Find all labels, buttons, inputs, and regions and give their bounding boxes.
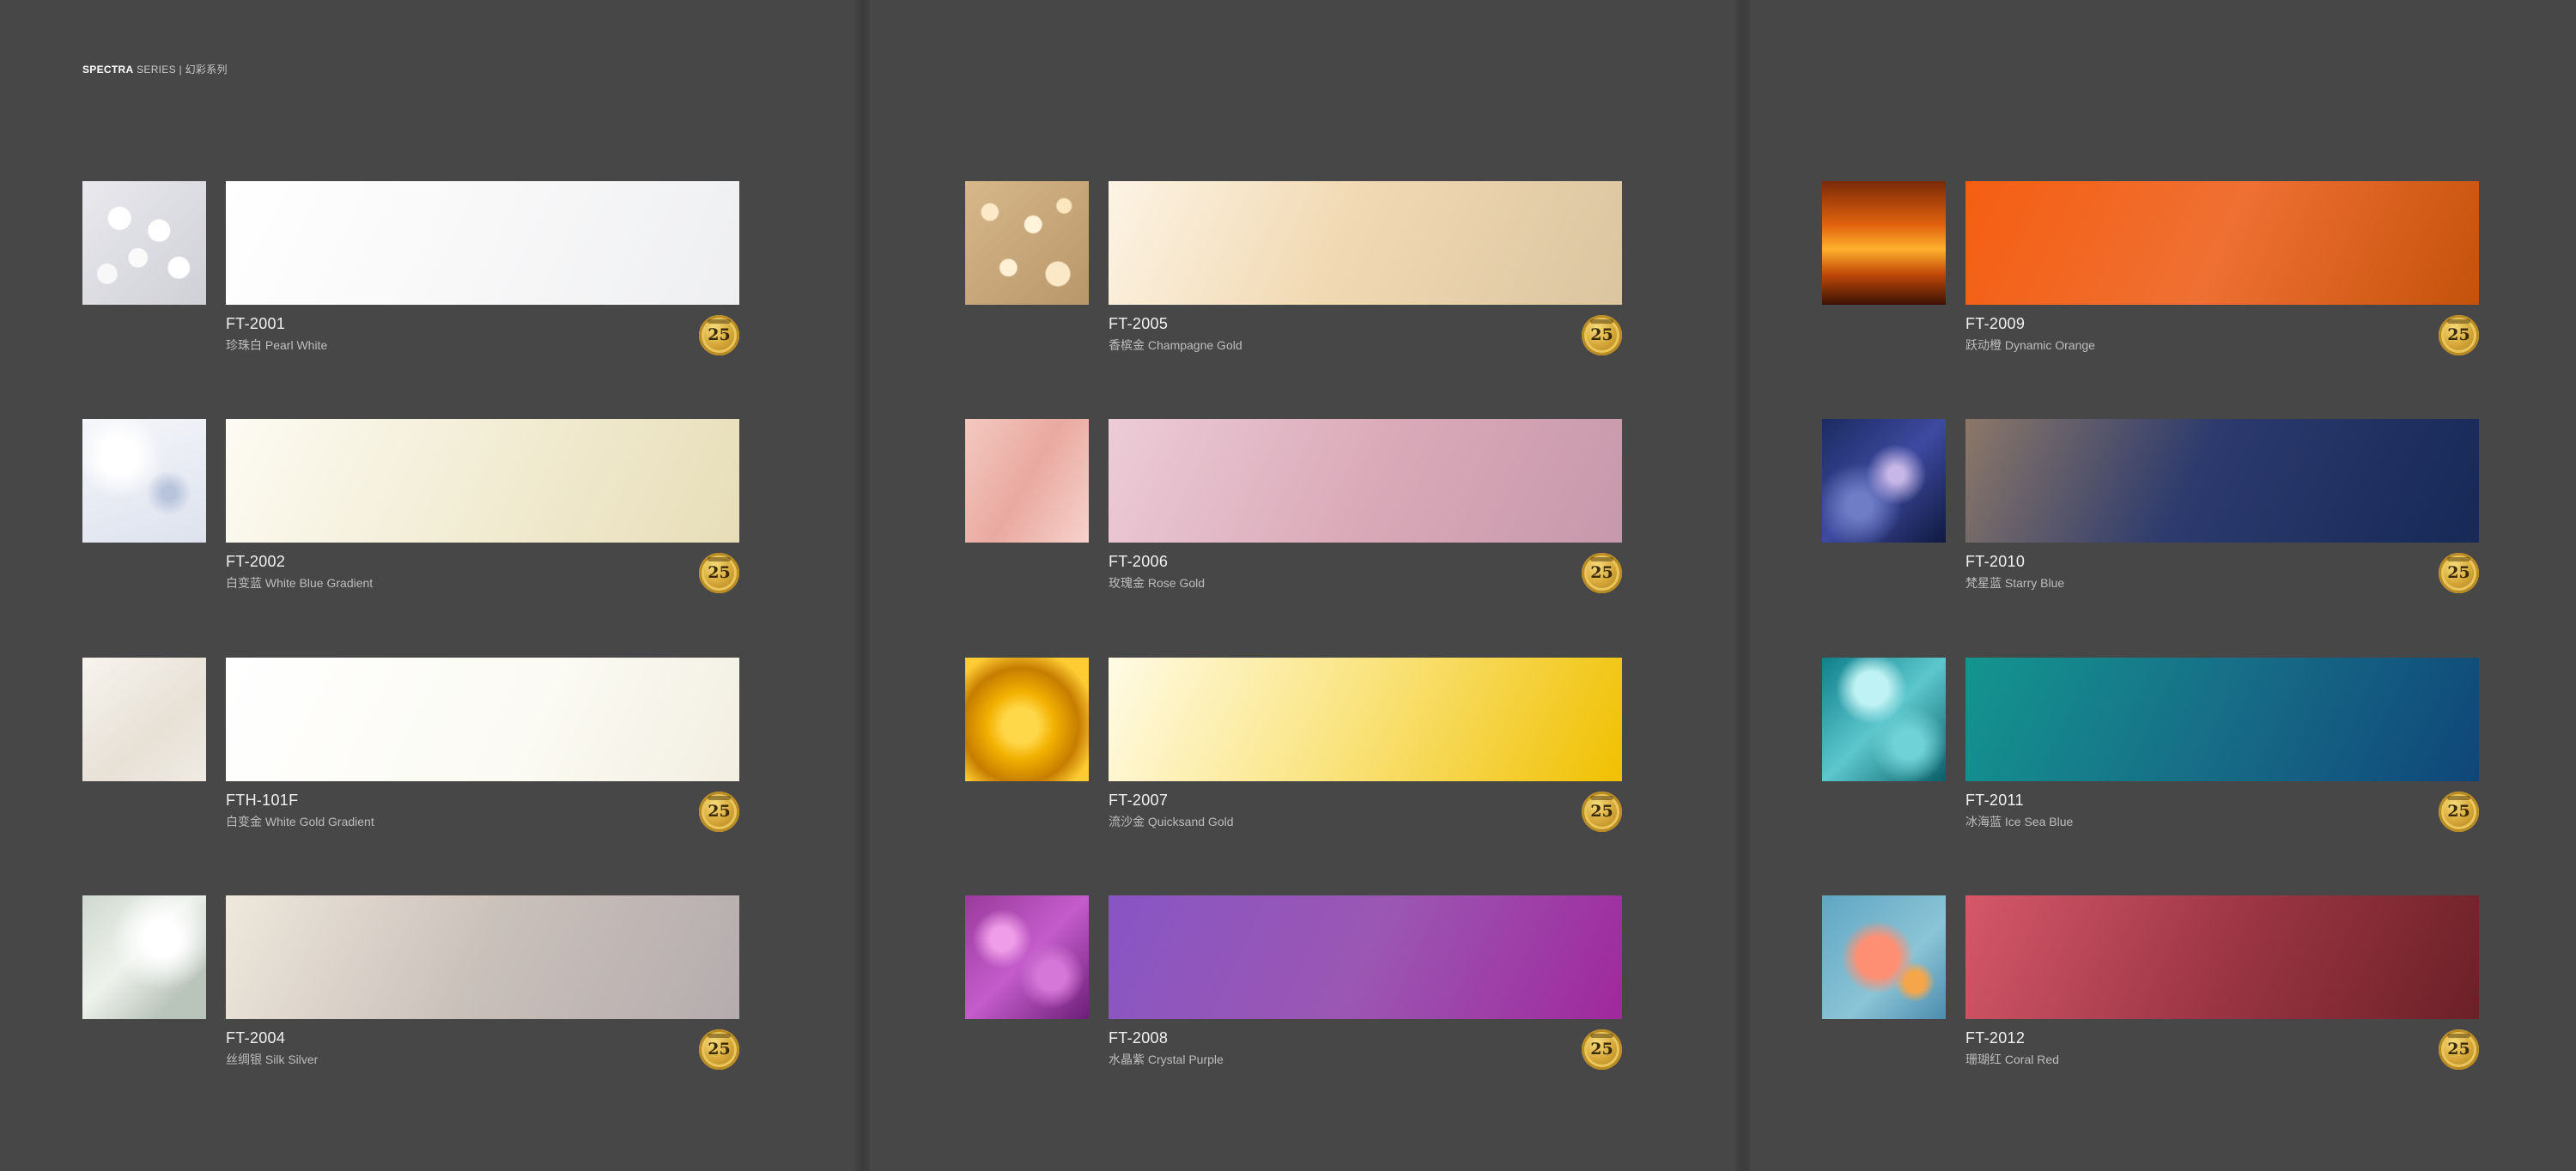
swatch-card-ft-2001: FT-2001 珍珠白 Pearl White 25	[82, 181, 739, 361]
color-code: FT-2007	[1109, 792, 1169, 809]
color-code: FT-2006	[1109, 553, 1169, 570]
anniversary-25-badge-icon: 25	[2439, 315, 2479, 355]
color-name: 白变蓝 White Blue Gradient	[226, 576, 374, 590]
series-subtitle: SERIES | 幻彩系列	[137, 64, 228, 76]
color-gradient-bar	[1109, 181, 1622, 305]
swatch-card-ft-2006: FT-2006 玫瑰金 Rose Gold 25	[965, 419, 1622, 599]
color-name: 珍珠白 Pearl White	[226, 338, 328, 352]
amethyst-texture-image	[965, 895, 1089, 1019]
color-gradient-bar	[1109, 658, 1622, 781]
sunflower-texture-image	[965, 658, 1089, 781]
color-gradient-bar	[226, 181, 739, 305]
color-gradient-bar	[1965, 181, 2479, 305]
cream-texture-image	[82, 658, 206, 781]
color-gradient-bar	[1965, 419, 2479, 543]
anniversary-25-badge-icon: 25	[2439, 1029, 2479, 1070]
swatch-card-ft-2011: FT-2011 冰海蓝 Ice Sea Blue 25	[1822, 658, 2479, 838]
color-gradient-bar	[226, 419, 739, 543]
swatch-card-ft-2008: FT-2008 水晶紫 Crystal Purple 25	[965, 895, 1622, 1076]
color-code: FT-2002	[226, 553, 286, 570]
color-name: 流沙金 Quicksand Gold	[1109, 815, 1234, 828]
color-code: FT-2005	[1109, 315, 1169, 332]
color-code: FT-2004	[226, 1029, 286, 1047]
anniversary-25-badge-icon: 25	[2439, 792, 2479, 832]
color-name: 水晶紫 Crystal Purple	[1109, 1053, 1224, 1066]
color-code: FT-2012	[1965, 1029, 2026, 1047]
color-code: FT-2008	[1109, 1029, 1169, 1047]
color-code: FT-2011	[1965, 792, 2024, 809]
anniversary-25-badge-icon: 25	[699, 1029, 739, 1070]
anniversary-25-badge-icon: 25	[699, 553, 739, 593]
color-gradient-bar	[1109, 419, 1622, 543]
color-name: 丝绸银 Silk Silver	[226, 1053, 319, 1066]
color-gradient-bar	[1109, 895, 1622, 1019]
swatch-card-ft-2010: FT-2010 梵星蓝 Starry Blue 25	[1822, 419, 2479, 599]
swatch-card-ft-2005: FT-2005 香槟金 Champagne Gold 25	[965, 181, 1622, 361]
anniversary-25-badge-icon: 25	[699, 792, 739, 832]
color-code: FT-2009	[1965, 315, 2026, 332]
silk-texture-image	[82, 895, 206, 1019]
swatch-card-ft-2004: FT-2004 丝绸银 Silk Silver 25	[82, 895, 739, 1076]
color-gradient-bar	[1965, 895, 2479, 1019]
swatch-card-fth-101f: FTH-101F 白变金 White Gold Gradient 25	[82, 658, 739, 838]
color-code: FT-2001	[226, 315, 286, 332]
anniversary-25-badge-icon: 25	[1582, 1029, 1622, 1070]
coral-texture-image	[1822, 895, 1946, 1019]
sunset-texture-image	[1822, 181, 1946, 305]
anniversary-25-badge-icon: 25	[699, 315, 739, 355]
swatch-card-ft-2012: FT-2012 珊瑚红 Coral Red 25	[1822, 895, 2479, 1076]
starry-sky-texture-image	[1822, 419, 1946, 543]
color-gradient-bar	[226, 658, 739, 781]
anniversary-25-badge-icon: 25	[1582, 792, 1622, 832]
swatch-card-ft-2007: FT-2007 流沙金 Quicksand Gold 25	[965, 658, 1622, 838]
color-name: 白变金 White Gold Gradient	[226, 815, 374, 828]
series-header: SPECTRA SERIES | 幻彩系列	[82, 62, 228, 76]
rose-petal-texture-image	[965, 419, 1089, 543]
color-name: 冰海蓝 Ice Sea Blue	[1965, 815, 2074, 828]
anniversary-25-badge-icon: 25	[1582, 315, 1622, 355]
color-name: 玫瑰金 Rose Gold	[1109, 576, 1206, 590]
color-name: 珊瑚红 Coral Red	[1965, 1053, 2059, 1066]
snow-texture-image	[82, 419, 206, 543]
color-code: FTH-101F	[226, 792, 299, 809]
color-gradient-bar	[1965, 658, 2479, 781]
color-name: 跃动橙 Dynamic Orange	[1965, 338, 2095, 352]
water-drops-texture-image	[965, 181, 1089, 305]
color-name: 香槟金 Champagne Gold	[1109, 338, 1242, 352]
anniversary-25-badge-icon: 25	[1582, 553, 1622, 593]
pearl-texture-image	[82, 181, 206, 305]
series-brand: SPECTRA	[82, 64, 134, 76]
color-name: 梵星蓝 Starry Blue	[1965, 576, 2065, 590]
color-gradient-bar	[226, 895, 739, 1019]
color-code: FT-2010	[1965, 553, 2026, 570]
ice-water-texture-image	[1822, 658, 1946, 781]
page-fold-divider	[853, 0, 870, 1171]
anniversary-25-badge-icon: 25	[2439, 553, 2479, 593]
swatch-card-ft-2009: FT-2009 跃动橙 Dynamic Orange 25	[1822, 181, 2479, 361]
page-fold-divider	[1733, 0, 1750, 1171]
swatch-card-ft-2002: FT-2002 白变蓝 White Blue Gradient 25	[82, 419, 739, 599]
